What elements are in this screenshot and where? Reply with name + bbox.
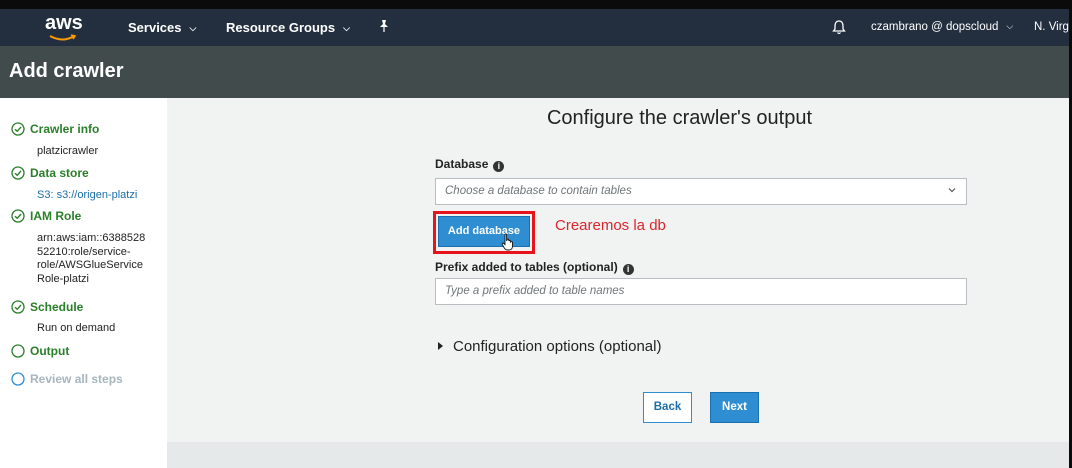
region-menu[interactable]: N. Virg (1034, 21, 1069, 33)
section-title: Configure the crawler's output (546, 107, 813, 129)
prefix-label: Prefix added to tables (optional) i (435, 260, 634, 275)
next-button[interactable]: Next (710, 392, 759, 423)
wizard-steps-sidebar: Crawler info platzicrawler Data store S3… (0, 98, 167, 468)
info-icon[interactable]: i (493, 161, 505, 172)
screen-edge-top (0, 0, 1072, 9)
step-label: Data store (30, 166, 89, 180)
check-circle-icon (11, 122, 25, 136)
aws-logo-text: aws (45, 12, 83, 34)
resource-groups-menu[interactable]: Resource Groups ⌵ (226, 20, 350, 35)
database-label-text: Database (435, 157, 489, 171)
step-schedule[interactable]: Schedule (11, 300, 83, 314)
footer-band (167, 442, 1069, 468)
prefix-label-text: Prefix added to tables (optional) (435, 260, 618, 274)
services-menu-label: Services (128, 20, 182, 35)
aws-smile-icon (49, 34, 77, 41)
bell-icon[interactable] (832, 19, 846, 35)
prefix-input-placeholder: Type a prefix added to table names (445, 285, 625, 297)
step-detail-line: role/AWSGlueService (37, 259, 143, 271)
step-detail-line: arn:aws:iam::6388528 (37, 232, 146, 244)
step-label: Output (30, 344, 70, 358)
step-label: IAM Role (30, 209, 82, 223)
check-circle-icon (11, 300, 25, 314)
back-button[interactable]: Back (643, 392, 692, 423)
step-detail: arn:aws:iam::6388528 52210:role/service-… (37, 232, 145, 286)
step-label: Review all steps (30, 372, 123, 386)
info-icon[interactable]: i (622, 264, 634, 275)
configuration-options-label: Configuration options (optional) (453, 338, 662, 355)
top-navigation-bar: aws Services ⌵ Resource Groups ⌵ czambrano… (0, 9, 1069, 46)
hand-cursor-icon (501, 233, 513, 251)
step-detail: Run on demand (37, 322, 116, 334)
step-data-store[interactable]: Data store (11, 166, 89, 180)
step-detail-line: Role-platzi (37, 272, 89, 285)
add-database-button[interactable]: Add database (438, 216, 530, 247)
database-select[interactable]: Choose a database to contain tables (435, 178, 967, 205)
account-menu[interactable]: czambrano @ dopscloud ⌵ (871, 21, 1013, 33)
triangle-right-icon (438, 342, 443, 350)
chevron-down-icon: ⌵ (189, 23, 197, 33)
step-label: Crawler info (30, 122, 100, 136)
pin-icon[interactable] (378, 19, 390, 33)
step-iam-role[interactable]: IAM Role (11, 209, 81, 223)
check-circle-icon (11, 209, 25, 223)
circle-icon (11, 344, 25, 358)
circle-icon (11, 372, 25, 386)
chevron-down-icon: ⌵ (343, 23, 350, 33)
main-content: Configure the crawler's output Database i… (167, 98, 1069, 468)
step-detail-line: 52210:role/service- (37, 245, 131, 258)
chevron-down-icon (948, 188, 956, 193)
chevron-down-icon: ⌵ (1006, 21, 1014, 31)
step-output[interactable]: Output (11, 344, 69, 358)
prefix-input[interactable]: Type a prefix added to table names (435, 278, 967, 305)
step-detail: S3: s3://origen-platzi (37, 189, 138, 201)
services-menu[interactable]: Services ⌵ (128, 20, 196, 35)
resource-groups-menu-label: Resource Groups (226, 20, 336, 35)
configuration-options-toggle[interactable]: Configuration options (optional) (438, 338, 661, 355)
aws-logo[interactable]: aws (43, 12, 83, 42)
step-crawler-info[interactable]: Crawler info (11, 122, 99, 136)
account-menu-label: czambrano @ dopscloud (871, 21, 999, 33)
database-label: Database i (435, 157, 505, 172)
annotation-text: Crearemos la db (555, 217, 666, 234)
page-title: Add crawler (9, 60, 124, 82)
step-review-all[interactable]: Review all steps (11, 372, 123, 386)
database-select-placeholder: Choose a database to contain tables (445, 185, 632, 197)
step-label: Schedule (30, 300, 84, 314)
check-circle-icon (11, 166, 25, 180)
step-detail: platzicrawler (37, 145, 99, 157)
page-header: Add crawler (0, 46, 1069, 98)
region-menu-label: N. Virg (1034, 21, 1069, 33)
